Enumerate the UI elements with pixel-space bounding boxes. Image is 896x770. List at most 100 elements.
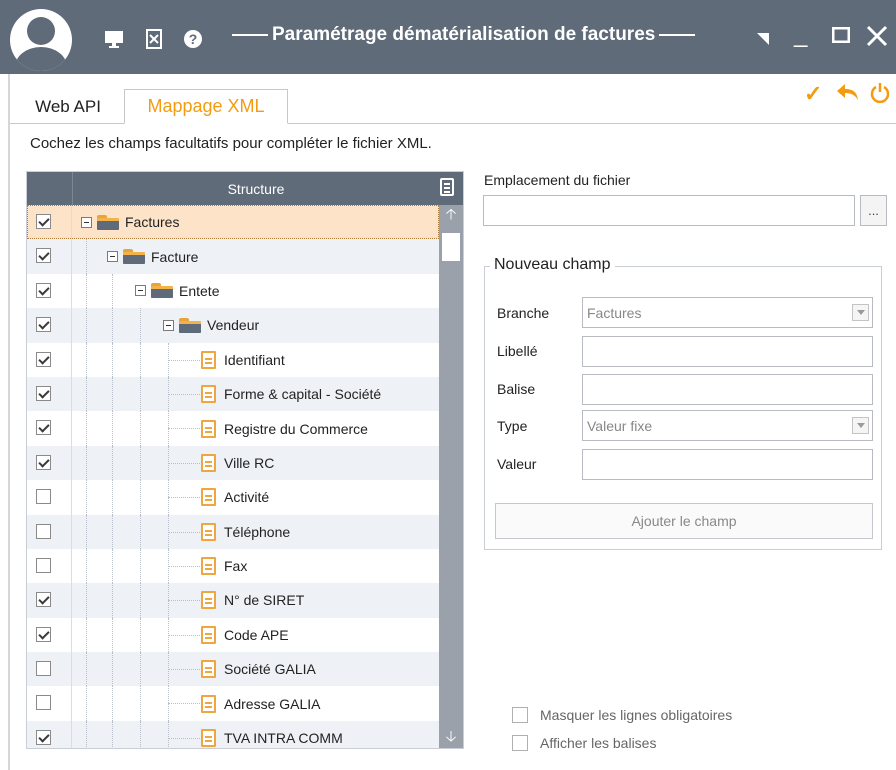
hide-required-option[interactable]: Masquer les lignes obligatoires: [512, 707, 732, 723]
user-avatar-icon[interactable]: [10, 9, 72, 71]
validate-icon[interactable]: ✓: [804, 82, 822, 106]
help-icon[interactable]: ?: [182, 28, 204, 50]
tree-row[interactable]: Adresse GALIA: [27, 686, 439, 721]
hide-required-checkbox[interactable]: [512, 707, 528, 723]
tree-row[interactable]: Identifiant: [27, 342, 439, 377]
tree-row[interactable]: N° de SIRET: [27, 583, 439, 618]
show-tags-label: Afficher les balises: [540, 735, 657, 751]
row-checkbox[interactable]: [36, 523, 51, 539]
tree-node[interactable]: Entete: [135, 274, 219, 308]
undo-icon[interactable]: [836, 82, 860, 107]
add-field-button[interactable]: Ajouter le champ: [495, 503, 873, 539]
tree-row[interactable]: Activité: [27, 480, 439, 515]
tree-row[interactable]: Forme & capital - Société: [27, 376, 439, 412]
column-options-icon[interactable]: [440, 178, 454, 196]
minimize-icon[interactable]: _: [794, 22, 807, 48]
libelle-input[interactable]: [582, 336, 873, 367]
tree-row[interactable]: Registre du Commerce: [27, 411, 439, 446]
row-checkbox[interactable]: [36, 695, 51, 711]
collapse-icon[interactable]: [81, 216, 92, 228]
tree-node-label: Adresse GALIA: [224, 695, 321, 712]
row-checkbox[interactable]: [36, 729, 51, 745]
tree-row[interactable]: Factures: [27, 205, 439, 240]
tree-node[interactable]: Facture: [107, 239, 198, 273]
scroll-up-icon[interactable]: 🡡: [439, 205, 463, 227]
tree-node[interactable]: Identifiant: [201, 343, 285, 377]
checkbox-cell: [27, 480, 72, 515]
checkbox-cell: [27, 376, 72, 412]
tree-row[interactable]: TVA INTRA COMM: [27, 720, 439, 748]
resize-icon[interactable]: [756, 28, 770, 50]
tree-row[interactable]: Société GALIA: [27, 652, 439, 687]
maximize-icon[interactable]: [831, 22, 851, 49]
valeur-label: Valeur: [497, 456, 537, 472]
row-checkbox[interactable]: [36, 214, 51, 229]
scroll-down-icon[interactable]: 🡣: [439, 727, 463, 748]
tree-guide-line: [112, 342, 113, 377]
document-icon: [201, 660, 216, 679]
row-checkbox[interactable]: [36, 351, 51, 367]
tree-row[interactable]: Vendeur: [27, 308, 439, 343]
branche-select[interactable]: Factures: [582, 297, 873, 328]
row-checkbox[interactable]: [36, 626, 51, 642]
row-checkbox[interactable]: [36, 661, 51, 677]
tree-node[interactable]: Activité: [201, 480, 269, 514]
row-checkbox[interactable]: [36, 489, 51, 505]
vertical-scrollbar[interactable]: 🡡 🡣: [439, 205, 463, 748]
balise-input[interactable]: [582, 374, 873, 405]
row-checkbox[interactable]: [36, 282, 51, 298]
tree-node[interactable]: Registre du Commerce: [201, 411, 368, 445]
type-select[interactable]: Valeur fixe: [582, 410, 873, 441]
tree-node[interactable]: N° de SIRET: [201, 583, 304, 617]
valeur-input[interactable]: [582, 449, 873, 480]
tree-node[interactable]: Fax: [201, 549, 247, 583]
structure-column-header[interactable]: Structure: [73, 172, 439, 205]
row-checkbox[interactable]: [36, 248, 51, 264]
tree-row[interactable]: Code APE: [27, 617, 439, 653]
scroll-thumb[interactable]: [442, 233, 460, 261]
collapse-icon[interactable]: [163, 319, 174, 331]
show-tags-option[interactable]: Afficher les balises: [512, 735, 656, 751]
tree-node[interactable]: Vendeur: [163, 308, 259, 342]
document-icon: [201, 453, 216, 472]
tree-node[interactable]: Forme & capital - Société: [201, 377, 381, 411]
checkbox-cell: [27, 239, 72, 274]
row-checkbox[interactable]: [36, 557, 51, 573]
tab-web-api[interactable]: Web API: [18, 89, 118, 124]
browse-button[interactable]: ...: [860, 195, 887, 226]
row-checkbox[interactable]: [36, 385, 51, 401]
row-checkbox[interactable]: [36, 317, 51, 333]
tree-guide-line: [168, 720, 169, 748]
file-location-input[interactable]: [483, 195, 855, 226]
tree-row[interactable]: Entete: [27, 273, 439, 309]
tree-node[interactable]: Société GALIA: [201, 652, 316, 686]
tree-node[interactable]: Factures: [81, 205, 179, 239]
row-checkbox[interactable]: [36, 420, 51, 436]
tree-row[interactable]: Ville RC: [27, 445, 439, 481]
collapse-icon[interactable]: [135, 285, 146, 297]
tree-node[interactable]: Téléphone: [201, 515, 290, 549]
chevron-down-icon[interactable]: [852, 417, 869, 434]
tab-mappage-xml[interactable]: Mappage XML: [124, 89, 288, 124]
close-icon[interactable]: [866, 22, 888, 53]
row-checkbox[interactable]: [36, 454, 51, 470]
power-icon[interactable]: [870, 82, 890, 109]
tool-icon[interactable]: [143, 28, 165, 50]
tree-row[interactable]: Facture: [27, 239, 439, 274]
monitor-icon[interactable]: [103, 28, 125, 50]
tree-row[interactable]: Téléphone: [27, 514, 439, 549]
row-checkbox[interactable]: [36, 592, 51, 608]
tree-node[interactable]: Adresse GALIA: [201, 686, 321, 720]
tree-guide-line: [86, 686, 87, 721]
tree-node[interactable]: Ville RC: [201, 446, 274, 480]
chevron-down-icon[interactable]: [852, 304, 869, 321]
type-label: Type: [497, 418, 528, 434]
collapse-icon[interactable]: [107, 251, 118, 263]
tree-node[interactable]: TVA INTRA COMM: [201, 721, 343, 748]
tree-node[interactable]: Code APE: [201, 618, 289, 652]
tree-guide-line: [86, 652, 87, 687]
structure-tree-grid[interactable]: Structure Factures Facture Entete Vendeur Id…: [26, 171, 464, 749]
show-tags-checkbox[interactable]: [512, 735, 528, 751]
tree-row[interactable]: Fax: [27, 548, 439, 584]
tree-guide-line: [140, 652, 141, 687]
